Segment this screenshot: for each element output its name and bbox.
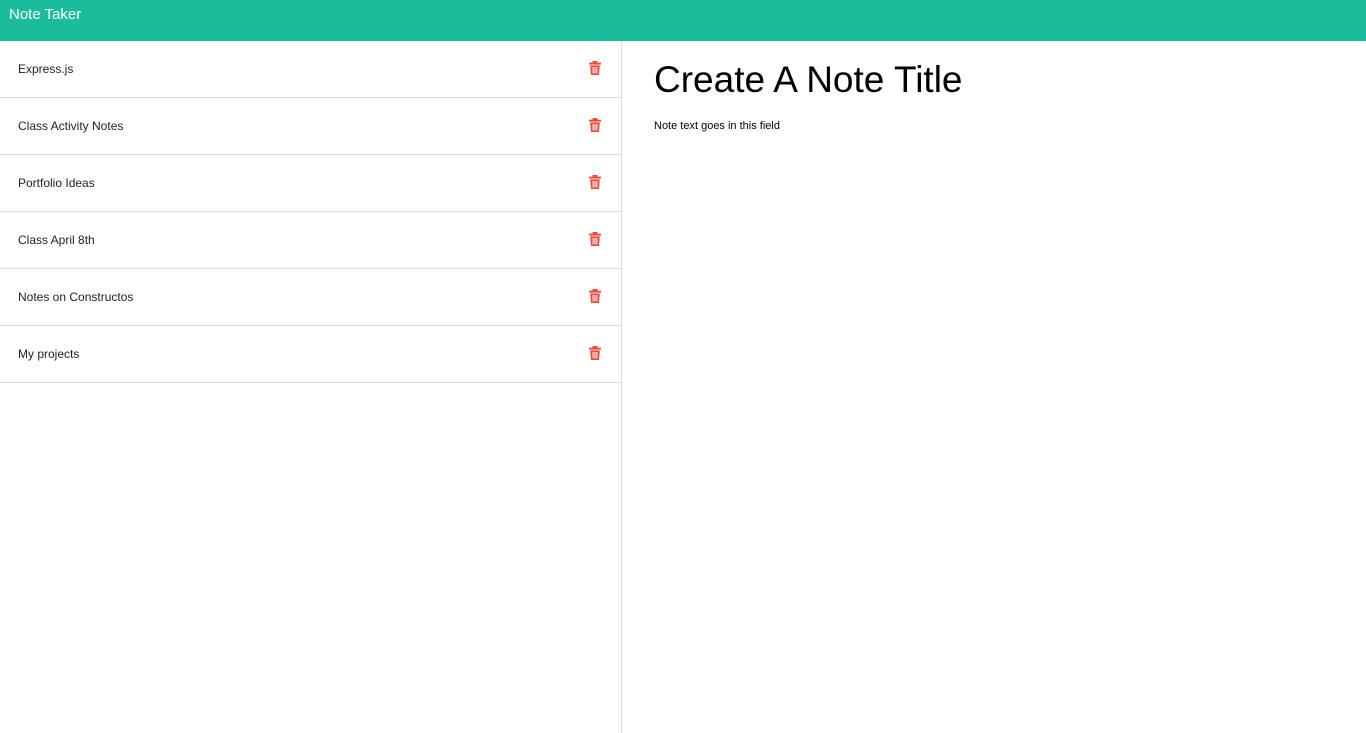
delete-note-button[interactable] bbox=[587, 231, 603, 247]
trash-icon bbox=[589, 118, 601, 132]
trash-icon bbox=[589, 61, 601, 75]
note-list-item-title: Portfolio Ideas bbox=[18, 176, 95, 190]
note-list-item-title: Class April 8th bbox=[18, 233, 95, 247]
delete-note-button[interactable] bbox=[587, 288, 603, 304]
note-editor bbox=[622, 41, 1366, 733]
note-list-item[interactable]: Express.js bbox=[0, 41, 621, 98]
note-list-item-title: My projects bbox=[18, 347, 80, 361]
notes-sidebar: Express.js Class Activity Notes Portfolio … bbox=[0, 41, 622, 733]
delete-note-button[interactable] bbox=[587, 345, 603, 361]
delete-note-button[interactable] bbox=[587, 60, 603, 76]
note-list: Express.js Class Activity Notes Portfolio … bbox=[0, 41, 621, 383]
note-list-item[interactable]: Portfolio Ideas bbox=[0, 155, 621, 212]
navbar-brand[interactable]: Note Taker bbox=[9, 6, 81, 24]
delete-note-button[interactable] bbox=[587, 117, 603, 133]
note-list-item-title: Express.js bbox=[18, 62, 74, 76]
note-text-input[interactable] bbox=[654, 119, 1334, 699]
note-list-item-title: Class Activity Notes bbox=[18, 119, 124, 133]
trash-icon bbox=[589, 232, 601, 246]
delete-note-button[interactable] bbox=[587, 174, 603, 190]
note-list-item[interactable]: Notes on Constructos bbox=[0, 269, 621, 326]
navbar: Note Taker bbox=[0, 0, 1366, 41]
note-list-item[interactable]: My projects bbox=[0, 326, 621, 383]
note-list-item-title: Notes on Constructos bbox=[18, 290, 134, 304]
trash-icon bbox=[589, 346, 601, 360]
trash-icon bbox=[589, 289, 601, 303]
trash-icon bbox=[589, 175, 601, 189]
note-list-item[interactable]: Class April 8th bbox=[0, 212, 621, 269]
note-title-input[interactable] bbox=[654, 57, 1334, 103]
note-list-item[interactable]: Class Activity Notes bbox=[0, 98, 621, 155]
